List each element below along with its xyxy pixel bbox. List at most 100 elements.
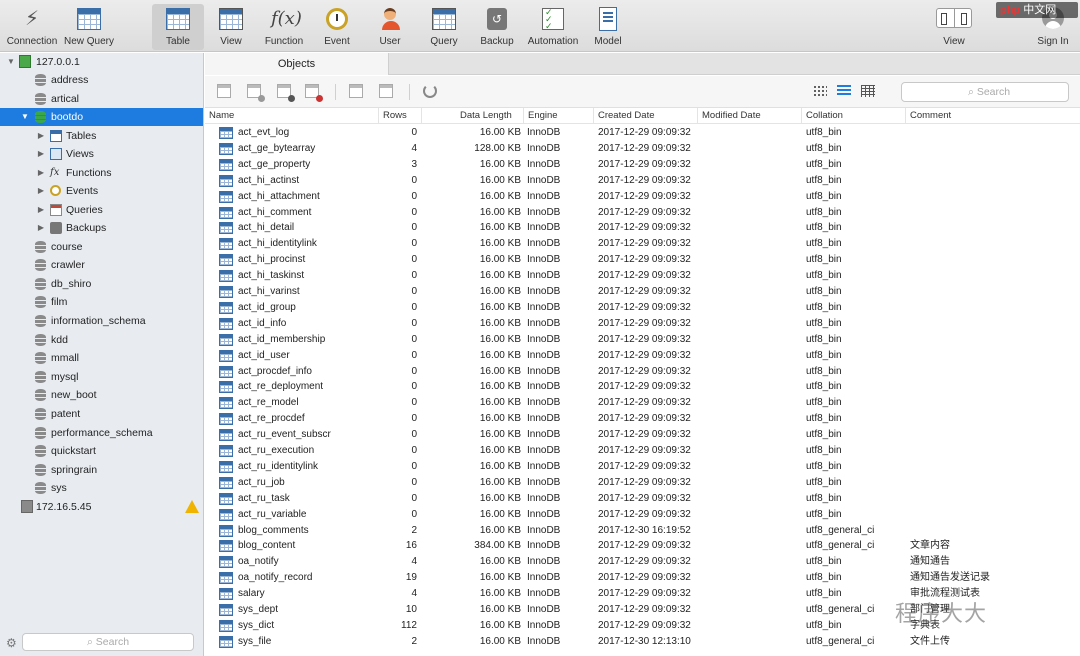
table-row[interactable]: act_re_model 0 16.00 KB InnoDB 2017-12-29 09… xyxy=(205,395,1080,411)
disclosure-closed-icon[interactable]: ▶ xyxy=(36,182,46,200)
db-node[interactable]: patent xyxy=(0,405,203,423)
col-header-modified-date[interactable]: Modified Date xyxy=(697,108,801,124)
sidebar-search-input[interactable]: ⌕ Search xyxy=(22,633,194,651)
db-node[interactable]: film xyxy=(0,293,203,311)
db-node[interactable]: mmall xyxy=(0,349,203,367)
db-node[interactable]: mysql xyxy=(0,368,203,386)
table-row[interactable]: act_hi_identitylink 0 16.00 KB InnoDB 2017-1… xyxy=(205,236,1080,252)
toolbar-connection-button[interactable]: ⚡ Connection xyxy=(4,4,60,50)
grid-view-icon[interactable] xyxy=(813,85,827,97)
col-header-name[interactable]: Name xyxy=(205,108,377,124)
table-row[interactable]: act_ru_variable 0 16.00 KB InnoDB 2017-12-29… xyxy=(205,507,1080,523)
sidebar-item-events[interactable]: ▶ Events xyxy=(0,182,203,200)
toolbar-table-label: Table xyxy=(166,36,190,47)
sidebar-item-functions[interactable]: ▶ fx Functions xyxy=(0,164,203,182)
tree-item-label: artical xyxy=(51,92,80,105)
col-header-data-length[interactable]: Data Length xyxy=(421,108,523,124)
toolbar-automation-button[interactable]: ✓ ✓ ✓ Automation xyxy=(524,4,582,50)
table-row[interactable]: act_hi_actinst 0 16.00 KB InnoDB 2017-12-29 … xyxy=(205,173,1080,189)
disclosure-closed-icon[interactable]: ▶ xyxy=(36,201,46,219)
db-node[interactable]: information_schema xyxy=(0,312,203,330)
export-button[interactable] xyxy=(379,84,395,100)
db-node[interactable]: artical xyxy=(0,90,203,108)
open-table-button[interactable] xyxy=(217,84,233,100)
objects-search-input[interactable]: ⌕ Search xyxy=(901,82,1069,102)
detail-view-icon[interactable] xyxy=(861,85,875,97)
table-row[interactable]: act_evt_log 0 16.00 KB InnoDB 2017-12-29 09:… xyxy=(205,125,1080,141)
server-node-local[interactable]: ▼ 127.0.0.1 xyxy=(0,53,203,71)
disclosure-closed-icon[interactable]: ▶ xyxy=(36,145,46,163)
table-row[interactable]: act_id_user 0 16.00 KB InnoDB 2017-12-29 09:… xyxy=(205,348,1080,364)
list-view-icon[interactable] xyxy=(837,85,851,97)
sidebar-item-queries[interactable]: ▶ Queries xyxy=(0,201,203,219)
col-header-created-date[interactable]: Created Date xyxy=(593,108,697,124)
disclosure-closed-icon[interactable]: ▶ xyxy=(36,164,46,182)
sidebar-item-tables[interactable]: ▶ Tables xyxy=(0,127,203,145)
table-row[interactable]: act_id_group 0 16.00 KB InnoDB 2017-12-29 09… xyxy=(205,300,1080,316)
col-header-collation[interactable]: Collation xyxy=(801,108,905,124)
table-row[interactable]: oa_notify 4 16.00 KB InnoDB 2017-12-29 09:09… xyxy=(205,554,1080,570)
table-row[interactable]: act_re_procdef 0 16.00 KB InnoDB 2017-12-29 … xyxy=(205,411,1080,427)
table-row[interactable]: act_hi_varinst 0 16.00 KB InnoDB 2017-12-29 … xyxy=(205,284,1080,300)
table-row[interactable]: act_hi_taskinst 0 16.00 KB InnoDB 2017-12-29… xyxy=(205,268,1080,284)
new-table-button[interactable] xyxy=(277,84,295,102)
tab-objects[interactable]: Objects xyxy=(205,53,389,75)
db-node-selected[interactable]: ▼ bootdo xyxy=(0,108,203,126)
table-row[interactable]: act_re_deployment 0 16.00 KB InnoDB 2017-12-… xyxy=(205,379,1080,395)
table-row[interactable]: sys_file 2 16.00 KB InnoDB 2017-12-30 12:13:… xyxy=(205,634,1080,650)
sidebar-item-backups[interactable]: ▶ Backups xyxy=(0,219,203,237)
delete-table-button[interactable] xyxy=(305,84,323,102)
toolbar-new-query-button[interactable]: New Query xyxy=(62,4,116,50)
table-row[interactable]: act_ru_event_subscr 0 16.00 KB InnoDB 2017-1… xyxy=(205,427,1080,443)
design-table-button[interactable] xyxy=(247,84,265,102)
refresh-icon[interactable] xyxy=(423,84,437,98)
col-header-comment[interactable]: Comment xyxy=(905,108,1080,124)
table-row[interactable]: act_ru_job 0 16.00 KB InnoDB 2017-12-29 09:0… xyxy=(205,475,1080,491)
table-row[interactable]: act_procdef_info 0 16.00 KB InnoDB 2017-12-2… xyxy=(205,364,1080,380)
sidebar-item-views[interactable]: ▶ Views xyxy=(0,145,203,163)
table-row[interactable]: blog_content 16 384.00 KB InnoDB 2017-12-29 … xyxy=(205,538,1080,554)
import-button[interactable] xyxy=(349,84,365,100)
disclosure-open-icon[interactable]: ▼ xyxy=(20,108,30,126)
toolbar-event-button[interactable]: Event xyxy=(312,4,362,50)
toolbar-query-button[interactable]: Query xyxy=(418,4,470,50)
table-row[interactable]: act_hi_detail 0 16.00 KB InnoDB 2017-12-29 0… xyxy=(205,220,1080,236)
col-header-engine[interactable]: Engine xyxy=(523,108,593,124)
disclosure-open-icon[interactable]: ▼ xyxy=(6,53,16,71)
db-node[interactable]: course xyxy=(0,238,203,256)
table-row[interactable]: act_ru_execution 0 16.00 KB InnoDB 2017-12-2… xyxy=(205,443,1080,459)
toolbar-view-button[interactable]: View xyxy=(206,4,256,50)
db-node[interactable]: kdd xyxy=(0,331,203,349)
table-row[interactable]: act_ru_identitylink 0 16.00 KB InnoDB 2017-1… xyxy=(205,459,1080,475)
toolbar-model-button[interactable]: Model xyxy=(584,4,632,50)
table-row[interactable]: oa_notify_record 19 16.00 KB InnoDB 2017-12-… xyxy=(205,570,1080,586)
db-node[interactable]: address xyxy=(0,71,203,89)
toolbar-view-toggle[interactable]: View xyxy=(918,4,990,50)
table-row[interactable]: act_hi_procinst 0 16.00 KB InnoDB 2017-12-29… xyxy=(205,252,1080,268)
gear-icon[interactable]: ⚙ xyxy=(6,636,17,650)
db-node[interactable]: db_shiro xyxy=(0,275,203,293)
tree-item-label: kdd xyxy=(51,333,68,346)
db-node[interactable]: crawler xyxy=(0,256,203,274)
table-row[interactable]: act_id_membership 0 16.00 KB InnoDB 2017-12-… xyxy=(205,332,1080,348)
db-node[interactable]: springrain xyxy=(0,461,203,479)
col-header-rows[interactable]: Rows xyxy=(378,108,420,124)
db-node[interactable]: sys xyxy=(0,479,203,497)
db-node[interactable]: quickstart xyxy=(0,442,203,460)
toolbar-user-button[interactable]: User xyxy=(365,4,415,50)
toolbar-function-button[interactable]: f(x) Function xyxy=(258,4,310,50)
db-node[interactable]: new_boot xyxy=(0,386,203,404)
db-node[interactable]: performance_schema xyxy=(0,424,203,442)
table-row[interactable]: act_ru_task 0 16.00 KB InnoDB 2017-12-29 09:… xyxy=(205,491,1080,507)
server-node-remote[interactable]: 172.16.5.45 xyxy=(0,498,203,516)
table-row[interactable]: act_ge_bytearray 4 128.00 KB InnoDB 2017-12-… xyxy=(205,141,1080,157)
disclosure-closed-icon[interactable]: ▶ xyxy=(36,127,46,145)
toolbar-backup-button[interactable]: ↺ Backup xyxy=(472,4,522,50)
disclosure-closed-icon[interactable]: ▶ xyxy=(36,219,46,237)
table-row[interactable]: blog_comments 2 16.00 KB InnoDB 2017-12-30 1… xyxy=(205,523,1080,539)
table-row[interactable]: act_hi_comment 0 16.00 KB InnoDB 2017-12-29 … xyxy=(205,205,1080,221)
toolbar-table-button[interactable]: Table xyxy=(152,4,204,50)
table-row[interactable]: act_id_info 0 16.00 KB InnoDB 2017-12-29 09:… xyxy=(205,316,1080,332)
table-row[interactable]: act_hi_attachment 0 16.00 KB InnoDB 2017-12-… xyxy=(205,189,1080,205)
table-row[interactable]: act_ge_property 3 16.00 KB InnoDB 2017-12-29… xyxy=(205,157,1080,173)
